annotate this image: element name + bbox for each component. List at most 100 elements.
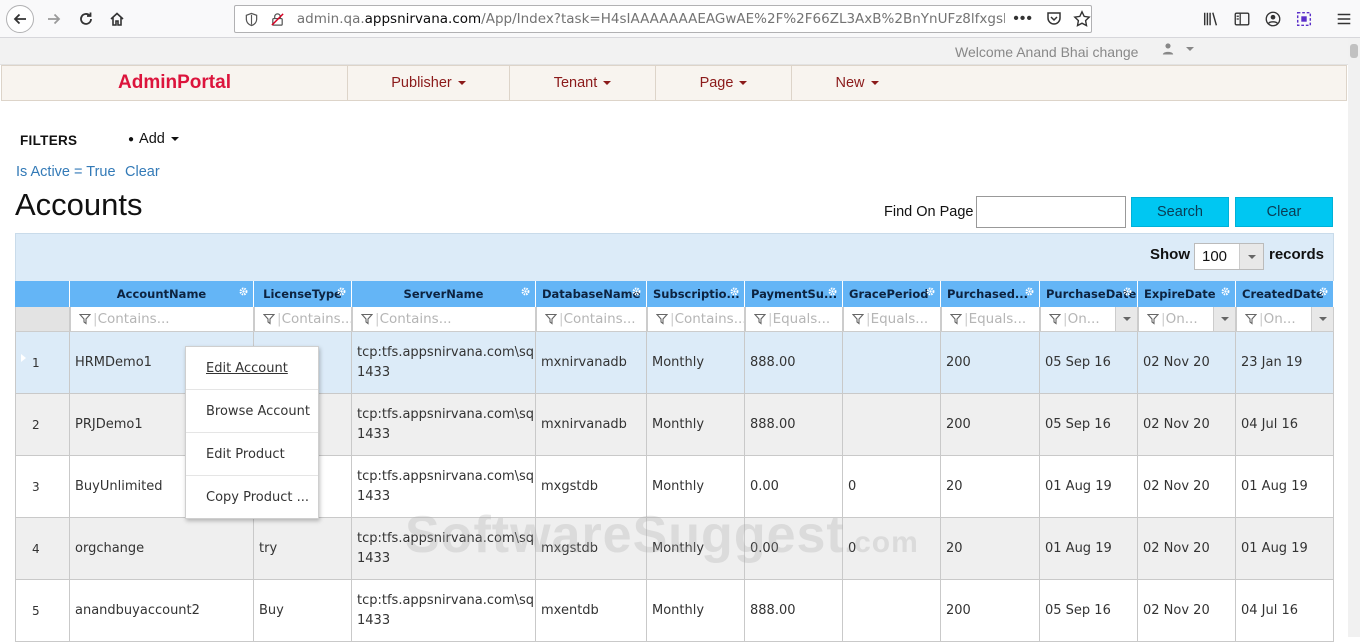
column-header[interactable]: LicenseType (254, 281, 352, 307)
table-row[interactable]: 5 anandbuyaccount2 Buy tcp:tfs.appsnirvana.… (15, 580, 1334, 642)
column-filter-input[interactable]: | Contains... (70, 307, 254, 332)
row-number: 5 (15, 580, 70, 642)
copy-product-item[interactable]: Copy Product ... (186, 476, 318, 519)
filter-icon[interactable] (1049, 313, 1061, 325)
column-filter-input[interactable]: | Equals... (745, 307, 843, 332)
column-gear-icon[interactable] (1122, 286, 1133, 297)
filter-icon[interactable] (1245, 313, 1257, 325)
find-on-page-input[interactable] (976, 196, 1126, 228)
column-filter-input[interactable]: | Contains... (536, 307, 647, 332)
sidebar-icon[interactable] (1232, 9, 1252, 29)
edit-product-item[interactable]: Edit Product (186, 433, 318, 476)
filter-icon[interactable] (754, 313, 766, 325)
created-date-cell: 01 Aug 19 (1236, 456, 1334, 518)
column-header[interactable]: Subscriptio... (647, 281, 745, 307)
add-filter-button[interactable]: ● Add (128, 131, 179, 147)
created-date-cell: 23 Jan 19 (1236, 332, 1334, 394)
page-size-select[interactable]: 100 (1194, 243, 1264, 270)
bookmark-star-icon[interactable] (1073, 10, 1091, 28)
column-filter-input[interactable]: | Equals... (941, 307, 1040, 332)
filter-blank-cell (15, 307, 70, 332)
column-gear-icon[interactable] (925, 286, 936, 297)
column-header[interactable]: ExpireDate (1138, 281, 1236, 307)
column-filter-input[interactable]: | On... (1236, 307, 1334, 332)
column-header[interactable]: PaymentSu... (745, 281, 843, 307)
column-filter-input[interactable]: | Equals... (843, 307, 941, 332)
filter-icon[interactable] (950, 313, 962, 325)
address-bar[interactable]: admin.qa.appsnirvana.com/App/Index?task=… (234, 5, 1092, 33)
column-filter-input[interactable]: | On... (1138, 307, 1236, 332)
pocket-icon[interactable] (1045, 10, 1063, 28)
column-header[interactable]: PurchaseDate (1040, 281, 1138, 307)
column-header[interactable]: GracePeriod (843, 281, 941, 307)
library-icon[interactable] (1201, 9, 1221, 29)
column-header[interactable]: DatabaseName (536, 281, 647, 307)
column-gear-icon[interactable] (336, 286, 347, 297)
server-host: tcp:tfs.appsnirvana.com\sqlexp (357, 593, 535, 608)
user-menu[interactable] (1162, 42, 1194, 55)
dropdown-arrow-icon[interactable] (1311, 307, 1333, 331)
column-filter-input[interactable]: | On... (1040, 307, 1138, 332)
filter-icon[interactable] (656, 313, 668, 325)
column-gear-icon[interactable] (729, 286, 740, 297)
server-host: tcp:tfs.appsnirvana.com\sqlexp (357, 345, 535, 360)
purchased-cell: 200 (941, 394, 1040, 456)
forward-button[interactable] (40, 5, 68, 33)
column-gear-icon[interactable] (827, 286, 838, 297)
edit-account-item[interactable]: Edit Account (186, 347, 318, 390)
scrollbar-thumb[interactable] (1350, 44, 1358, 58)
purchased-cell: 200 (941, 580, 1040, 642)
column-filter-input[interactable]: | Contains... (254, 307, 352, 332)
grace-period-cell (843, 394, 941, 456)
filter-icon[interactable] (852, 313, 864, 325)
column-header[interactable]: ServerName (352, 281, 536, 307)
menu-tenant[interactable]: Tenant (510, 66, 656, 100)
menu-page[interactable]: Page (656, 66, 792, 100)
menu-publisher[interactable]: Publisher (348, 66, 510, 100)
column-gear-icon[interactable] (238, 286, 249, 297)
column-gear-icon[interactable] (1318, 286, 1329, 297)
column-gear-icon[interactable] (1220, 286, 1231, 297)
search-button[interactable]: Search (1131, 197, 1229, 227)
page-scrollbar[interactable] (1348, 38, 1360, 637)
insecure-lock-icon[interactable] (269, 10, 287, 28)
table-row[interactable]: 4orgchangetrytcp:tfs.appsnirvana.com\sql… (15, 518, 1334, 580)
url-text[interactable]: admin.qa.appsnirvana.com/App/Index?task=… (297, 11, 1005, 27)
column-filter-input[interactable]: | Contains... (352, 307, 536, 332)
clear-button[interactable]: Clear (1235, 197, 1333, 227)
column-header[interactable]: CreatedDate (1236, 281, 1334, 307)
license-type-cell: try (254, 518, 352, 580)
add-filter-label: Add (139, 131, 165, 147)
shield-icon[interactable] (243, 10, 261, 28)
brand-logo[interactable]: AdminPortal (2, 66, 348, 100)
column-header[interactable]: Purchased... (941, 281, 1040, 307)
filter-icon[interactable] (1147, 313, 1159, 325)
purchase-date-cell: 05 Sep 16 (1040, 394, 1138, 456)
active-filter-link[interactable]: Is Active = True (16, 164, 116, 180)
back-button[interactable] (6, 5, 34, 33)
dropdown-arrow-icon[interactable] (1115, 307, 1137, 331)
home-button[interactable] (103, 5, 131, 33)
grace-period-cell: 0 (843, 456, 941, 518)
clear-filter-link[interactable]: Clear (125, 164, 160, 180)
column-filter-input[interactable]: | Contains... (647, 307, 745, 332)
row-number: 4 (15, 518, 70, 580)
extension-icon[interactable] (1294, 9, 1314, 29)
browse-account-item[interactable]: Browse Account (186, 390, 318, 433)
filter-icon[interactable] (545, 313, 557, 325)
column-gear-icon[interactable] (631, 286, 642, 297)
menu-label: New (835, 75, 865, 91)
menu-new[interactable]: New (792, 66, 922, 100)
account-icon[interactable] (1263, 9, 1283, 29)
filter-icon[interactable] (361, 313, 373, 325)
dropdown-arrow-icon[interactable] (1213, 307, 1235, 331)
column-gear-icon[interactable] (520, 286, 531, 297)
hamburger-menu-icon[interactable] (1334, 9, 1354, 29)
reload-button[interactable] (72, 5, 100, 33)
page-actions-menu[interactable]: ••• (1013, 10, 1033, 28)
filter-icon[interactable] (79, 313, 91, 325)
column-gear-icon[interactable] (1024, 286, 1035, 297)
filter-icon[interactable] (263, 313, 275, 325)
purchased-cell: 20 (941, 518, 1040, 580)
column-header[interactable]: AccountName (70, 281, 254, 307)
